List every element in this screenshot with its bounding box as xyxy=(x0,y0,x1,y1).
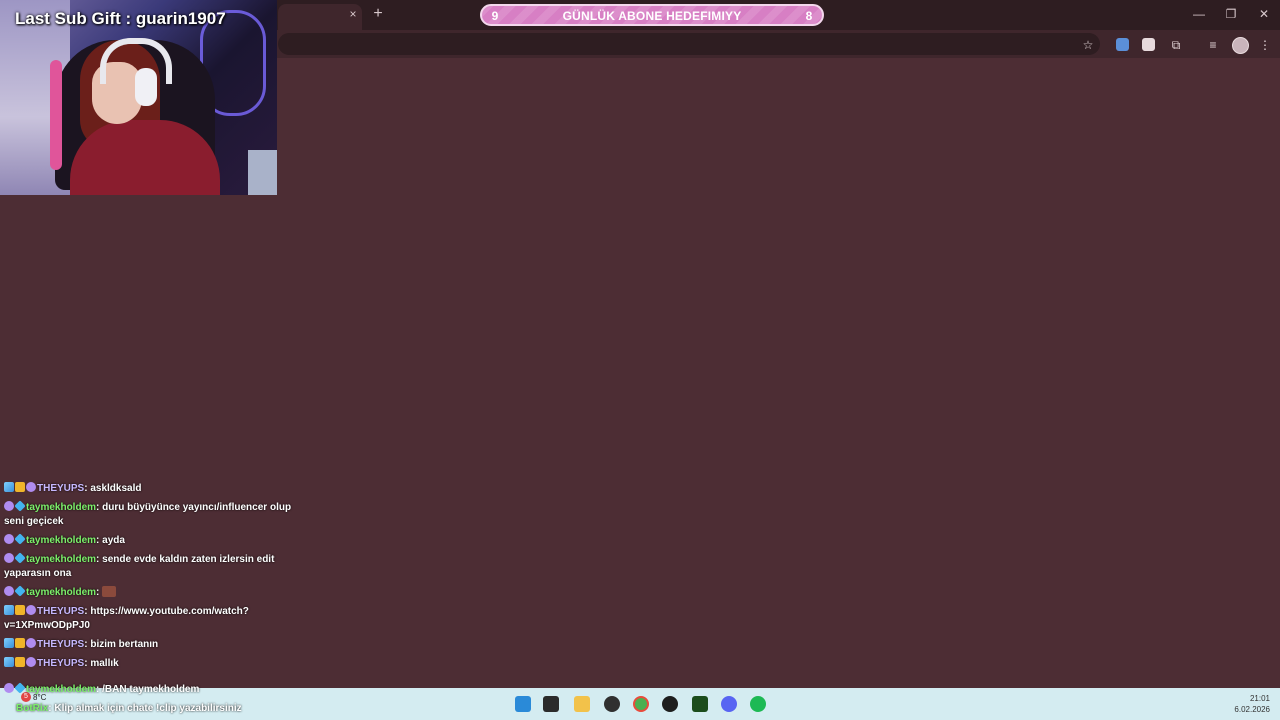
close-window-button[interactable]: ✕ xyxy=(1254,6,1274,22)
crown-badge-icon xyxy=(15,482,25,492)
extension-c-icon[interactable] xyxy=(1142,38,1155,51)
gem-badge-icon xyxy=(14,533,26,545)
sub-badge-icon xyxy=(26,482,36,492)
spotify-icon[interactable] xyxy=(750,696,766,712)
restore-button[interactable]: ❐ xyxy=(1221,6,1241,22)
chat-message: taymekholdem: ayda xyxy=(4,533,304,548)
sub-badge-icon xyxy=(26,657,36,667)
chat-username: THEYUPS xyxy=(37,483,85,494)
g-app-icon[interactable] xyxy=(662,696,678,712)
chat-message: THEYUPS: https://www.youtube.com/watch?v… xyxy=(4,605,304,633)
clock-time: 21:01 xyxy=(1249,694,1270,703)
chat-text: : askldksald xyxy=(84,483,142,494)
chat-username: taymekholdem xyxy=(26,535,97,546)
sub-badge-icon xyxy=(4,501,14,511)
system-clock[interactable]: 21:01 6.02.2026 xyxy=(1222,693,1270,715)
gem-badge-icon xyxy=(14,552,26,564)
webcam-feed xyxy=(0,0,277,195)
last-sub-gift-label: Last Sub Gift : guarin1907 xyxy=(15,9,226,28)
desk-item xyxy=(248,150,277,195)
translate-icon[interactable] xyxy=(1116,38,1129,51)
media-queue-icon[interactable]: ≡ xyxy=(1205,37,1221,53)
chrome-icon[interactable] xyxy=(633,696,649,712)
sword-badge-icon xyxy=(4,657,14,667)
sub-badge-icon xyxy=(4,586,14,596)
sword-badge-icon xyxy=(4,638,14,648)
more-menu-icon[interactable]: ⋮ xyxy=(1257,37,1273,53)
chat-username: THEYUPS xyxy=(37,639,85,650)
minimize-button[interactable]: — xyxy=(1189,6,1209,22)
chat-username: THEYUPS xyxy=(37,606,85,617)
gem-badge-icon xyxy=(14,500,26,512)
sword-badge-icon xyxy=(4,605,14,615)
clock-date: 6.02.2026 xyxy=(1234,705,1270,714)
chat-overlay: THEYUPS: askldksald taymekholdem: duru b… xyxy=(4,482,304,676)
chat-username: taymekholdem xyxy=(26,502,97,513)
chair-accent xyxy=(50,60,62,170)
gem-badge-icon xyxy=(14,585,26,597)
tab-close-icon[interactable]: × xyxy=(346,6,360,22)
chat-username: THEYUPS xyxy=(37,658,85,669)
chat-username: taymekholdem xyxy=(26,684,97,695)
address-bar[interactable] xyxy=(278,33,1100,55)
chat-text: : /BAN taymekholdem xyxy=(96,684,200,695)
chat-username: taymekholdem xyxy=(26,587,97,598)
chat-message: taymekholdem: sende evde kaldın zaten iz… xyxy=(4,552,304,581)
chat-message: taymekholdem: xyxy=(4,585,304,600)
obs-icon[interactable] xyxy=(604,696,620,712)
new-tab-button[interactable]: + xyxy=(370,5,386,23)
chat-message: THEYUPS: bizim bertanın xyxy=(4,638,304,652)
profile-avatar-icon[interactable] xyxy=(1232,37,1249,54)
sub-badge-icon xyxy=(4,553,14,563)
gem-badge-icon xyxy=(14,682,26,694)
chat-message: THEYUPS: mallık xyxy=(4,657,304,671)
chat-text: : xyxy=(96,587,100,598)
sub-goal-bar: 9 GÜNLÜK ABONE HEDEFIMIYY 8 xyxy=(480,4,824,26)
puzzle-icon[interactable]: ⧉ xyxy=(1168,37,1184,53)
chat-bot-notice: BotRix: Klip almak için chate !clip yaza… xyxy=(16,703,242,714)
headset-earcup xyxy=(135,68,157,106)
chat-message: THEYUPS: askldksald xyxy=(4,482,304,496)
sub-badge-icon xyxy=(26,638,36,648)
bot-username: BotRix xyxy=(16,703,49,714)
crown-badge-icon xyxy=(15,657,25,667)
file-manager-icon[interactable] xyxy=(543,696,559,712)
chat-partial-line: taymekholdem: /BAN taymekholdem xyxy=(4,682,200,695)
crown-badge-icon xyxy=(15,605,25,615)
goal-title: GÜNLÜK ABONE HEDEFIMIYY xyxy=(562,9,742,23)
sub-badge-icon xyxy=(4,534,14,544)
chat-text: : bizim bertanın xyxy=(84,639,159,650)
bot-text: : Klip almak için chate !clip yazabilirs… xyxy=(48,703,242,714)
terminal-icon[interactable] xyxy=(692,696,708,712)
folder-icon[interactable] xyxy=(574,696,590,712)
goal-target: 8 xyxy=(805,9,813,23)
sub-badge-icon xyxy=(4,683,14,693)
emote-icon xyxy=(102,586,117,597)
chat-text: : ayda xyxy=(96,535,125,546)
discord-icon[interactable] xyxy=(721,696,737,712)
chat-username: taymekholdem xyxy=(26,554,97,565)
sub-badge-icon xyxy=(26,605,36,615)
crown-badge-icon xyxy=(15,638,25,648)
bookmark-star-icon[interactable]: ☆ xyxy=(1080,37,1096,53)
sword-badge-icon xyxy=(4,482,14,492)
start-icon[interactable] xyxy=(515,696,531,712)
chat-text: : mallık xyxy=(84,658,119,669)
chat-message: taymekholdem: duru büyüyünce yayıncı/inf… xyxy=(4,500,304,529)
